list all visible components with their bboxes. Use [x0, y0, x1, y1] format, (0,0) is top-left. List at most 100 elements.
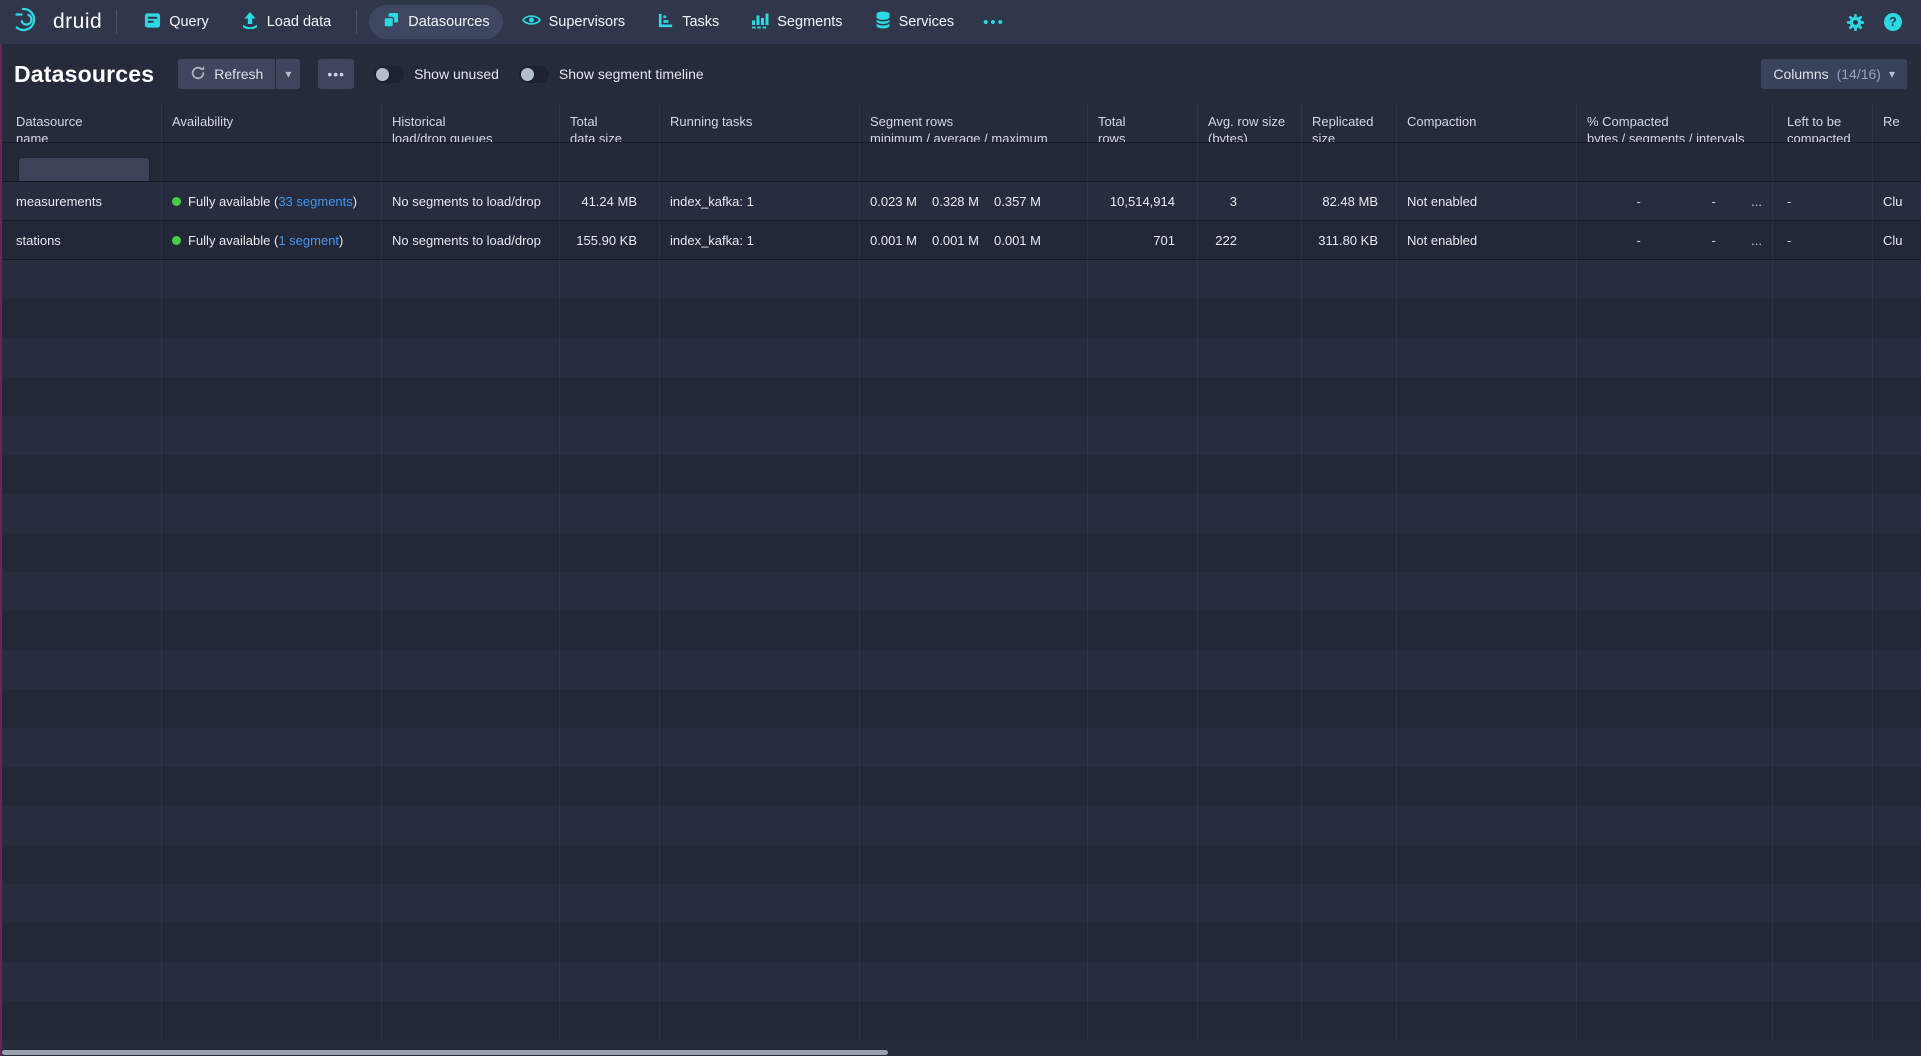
table-body-empty-rows: [0, 260, 1921, 1040]
settings-gear-button[interactable]: [1846, 13, 1865, 32]
toolbar: Datasources Refresh ▾ ••• Show unused Sh…: [0, 44, 1921, 104]
empty-row: [0, 1001, 1921, 1040]
druid-logo[interactable]: druid: [14, 6, 102, 38]
nav-item-tasks[interactable]: Tasks: [644, 6, 732, 39]
header-datasource-name[interactable]: Datasourcename: [0, 104, 162, 142]
horizontal-scrollbar-thumb[interactable]: [2, 1050, 888, 1055]
refresh-button[interactable]: Refresh: [178, 59, 275, 89]
empty-row: [0, 884, 1921, 923]
navbar-divider: [356, 10, 357, 34]
cell-segment-rows: 0.023 M 0.328 M 0.357 M: [860, 182, 1088, 220]
navbar-divider: [116, 10, 117, 34]
cell-load-drop: No segments to load/drop: [382, 182, 560, 220]
header-running-tasks[interactable]: Running tasks: [660, 104, 860, 142]
header-avg-row-size[interactable]: Avg. row size(bytes): [1198, 104, 1302, 142]
nav-label-query: Query: [169, 14, 209, 30]
header-total-rows[interactable]: Totalrows: [1088, 104, 1198, 142]
switch-track: [519, 66, 549, 83]
cell-load-drop: No segments to load/drop: [382, 221, 560, 259]
header-replicated-size[interactable]: Replicatedsize: [1302, 104, 1397, 142]
datasources-icon: [382, 11, 400, 33]
header-left-to-be-compacted[interactable]: Left to becompacted: [1773, 104, 1873, 142]
cell-running-tasks: index_kafka: 1: [660, 182, 860, 220]
header-total-data-size[interactable]: Totaldata size: [560, 104, 660, 142]
refresh-button-group: Refresh ▾: [178, 59, 300, 89]
cell-total-data-size: 41.24 MB: [560, 182, 660, 220]
nav-label-load-data: Load data: [267, 14, 332, 30]
page-title: Datasources: [14, 61, 154, 88]
empty-row: [0, 806, 1921, 845]
empty-row: [0, 845, 1921, 884]
svg-text:?: ?: [1889, 15, 1897, 29]
header-retention-clipped[interactable]: Re: [1873, 104, 1921, 142]
segments-link[interactable]: 33 segments: [278, 194, 352, 209]
cell-datasource-name: measurements: [0, 182, 162, 220]
header-pct-compacted[interactable]: % Compactedbytes / segments / intervals: [1577, 104, 1773, 142]
cell-total-rows: 10,514,914: [1088, 182, 1198, 220]
nav-more-button[interactable]: •••: [973, 8, 1015, 37]
druid-logo-icon: [14, 6, 44, 38]
availability-green-dot: [172, 236, 181, 245]
header-historical-queues[interactable]: Historicalload/drop queues: [382, 104, 560, 142]
show-unused-switch[interactable]: Show unused: [374, 66, 499, 83]
switch-knob: [521, 68, 534, 81]
cell-replicated-size: 82.48 MB: [1302, 182, 1397, 220]
show-segment-timeline-switch[interactable]: Show segment timeline: [519, 66, 704, 83]
supervisors-eye-icon: [522, 13, 541, 31]
table-filter-row: [0, 143, 1921, 182]
empty-row: [0, 962, 1921, 1001]
cell-total-data-size: 155.90 KB: [560, 221, 660, 259]
nav-item-query[interactable]: Query: [131, 6, 222, 39]
navbar-right: ?: [1846, 12, 1907, 32]
empty-row: [0, 377, 1921, 416]
window-left-edge: [0, 44, 2, 1056]
refresh-options-button[interactable]: ▾: [276, 59, 300, 89]
columns-count: (14/16): [1837, 66, 1881, 82]
tasks-icon: [657, 12, 674, 33]
overflow-menu-button[interactable]: •••: [318, 59, 354, 89]
cell-left-to-compact: -: [1773, 221, 1873, 259]
datasource-name-filter-input[interactable]: [18, 157, 150, 181]
cell-compaction: Not enabled: [1397, 182, 1577, 220]
show-unused-label: Show unused: [414, 66, 499, 82]
refresh-label: Refresh: [214, 66, 263, 82]
load-data-icon: [241, 11, 259, 33]
empty-row: [0, 767, 1921, 806]
cell-pct-compacted: - - ...: [1577, 182, 1773, 220]
nav-item-datasources[interactable]: Datasources: [369, 5, 502, 39]
navbar-items: Query Load data Datasources: [131, 5, 1015, 39]
cell-retention-clipped: Clu: [1873, 182, 1921, 220]
cell-running-tasks: index_kafka: 1: [660, 221, 860, 259]
empty-row: [0, 689, 1921, 728]
services-database-icon: [875, 11, 891, 33]
empty-row: [0, 299, 1921, 338]
empty-row: [0, 572, 1921, 611]
empty-row: [0, 455, 1921, 494]
more-dots-icon: •••: [327, 66, 345, 82]
nav-label-tasks: Tasks: [682, 14, 719, 30]
nav-item-supervisors[interactable]: Supervisors: [509, 7, 639, 37]
empty-row: [0, 533, 1921, 572]
druid-wordmark: druid: [53, 10, 102, 34]
help-button[interactable]: ?: [1883, 12, 1903, 32]
nav-item-segments[interactable]: Segments: [738, 6, 855, 39]
nav-item-load-data[interactable]: Load data: [228, 5, 345, 39]
navbar: druid Query Load data: [0, 0, 1921, 44]
header-compaction[interactable]: Compaction: [1397, 104, 1577, 142]
cell-datasource-name: stations: [0, 221, 162, 259]
columns-button[interactable]: Columns (14/16) ▾: [1761, 59, 1907, 89]
nav-item-services[interactable]: Services: [862, 5, 968, 39]
segments-link[interactable]: 1 segment: [278, 233, 339, 248]
cell-total-rows: 701: [1088, 221, 1198, 259]
table-row-measurements: measurements Fully available (33 segment…: [0, 182, 1921, 221]
cell-pct-compacted: - - ...: [1577, 221, 1773, 259]
header-segment-rows[interactable]: Segment rowsminimum / average / maximum: [860, 104, 1088, 142]
help-icon: ?: [1883, 12, 1903, 32]
more-dots-icon: •••: [983, 14, 1005, 31]
header-availability[interactable]: Availability: [162, 104, 382, 142]
cell-replicated-size: 311.80 KB: [1302, 221, 1397, 259]
empty-row: [0, 338, 1921, 377]
cell-left-to-compact: -: [1773, 182, 1873, 220]
refresh-icon: [190, 65, 206, 84]
switch-track: [374, 66, 404, 83]
